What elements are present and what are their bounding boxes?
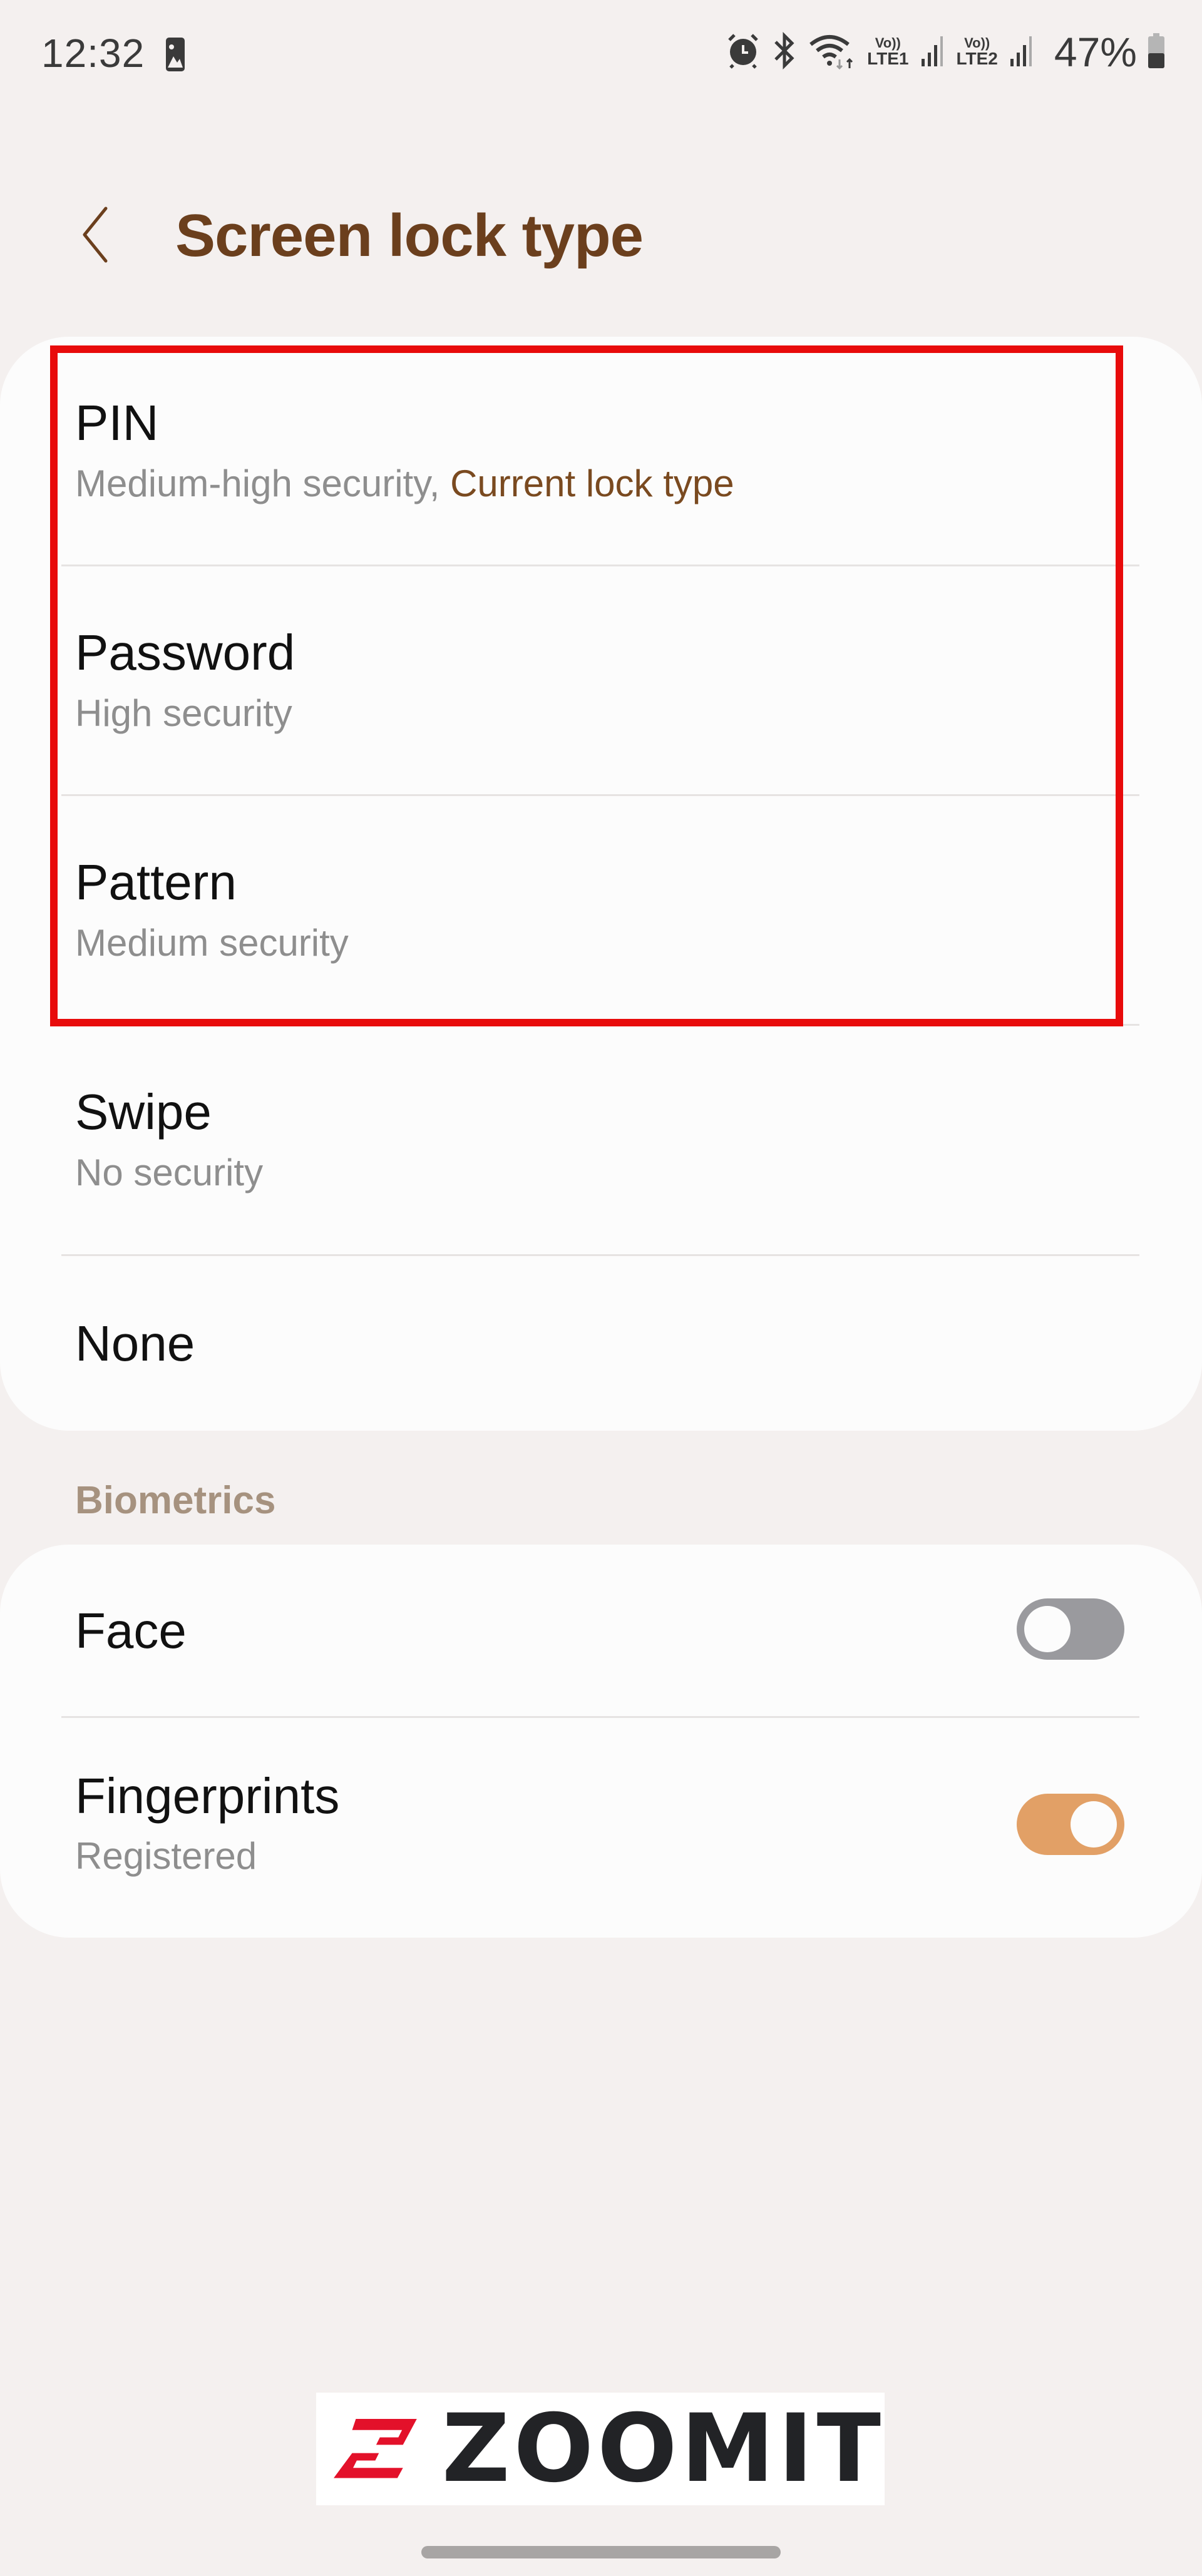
toggle-knob [1071, 1801, 1117, 1848]
fingerprints-toggle[interactable] [1017, 1794, 1124, 1855]
sim1-lte-indicator: Vo)) LTE1 [867, 35, 909, 68]
option-title: Pattern [75, 854, 237, 910]
signal-icon [920, 34, 945, 71]
gallery-icon [166, 38, 185, 71]
current-lock-type-label: Current lock type [450, 463, 734, 504]
option-subtitle: Medium-high security, Current lock type [75, 463, 734, 504]
option-subtitle: No security [75, 1152, 264, 1193]
divider [61, 1716, 1139, 1718]
zoomit-watermark: ZOOMIT [316, 2393, 885, 2505]
lock-option-swipe[interactable]: Swipe No security [0, 1026, 1202, 1255]
status-bar: 12:32 Vo)) LTE1 Vo)) LTE2 47% [0, 0, 1202, 106]
page-title: Screen lock type [175, 202, 644, 269]
lock-option-pattern[interactable]: Pattern Medium security [0, 796, 1202, 1026]
battery-icon [1148, 33, 1164, 71]
option-title: Fingerprints [75, 1768, 340, 1824]
option-title: Face [75, 1603, 187, 1659]
chevron-left-icon [83, 207, 108, 263]
signal-icon [1009, 34, 1034, 71]
biometric-face[interactable]: Face [0, 1545, 1202, 1720]
option-subtitle: High security [75, 692, 292, 734]
home-indicator[interactable] [421, 2546, 781, 2558]
option-title: PIN [75, 395, 159, 451]
back-button[interactable] [68, 200, 124, 269]
lock-option-password[interactable]: Password High security [0, 566, 1202, 796]
lock-types-card: PIN Medium-high security, Current lock t… [0, 337, 1202, 1431]
zoomit-logo-icon [334, 2419, 417, 2478]
app-bar: Screen lock type [0, 188, 1202, 282]
option-subtitle: Medium security [75, 922, 349, 964]
option-subtitle: Registered [75, 1835, 257, 1877]
lock-option-none[interactable]: None [0, 1256, 1202, 1431]
watermark-text: ZOOMIT [441, 2395, 885, 2503]
option-title: Swipe [75, 1084, 212, 1140]
option-title: Password [75, 625, 295, 680]
sim2-lte-indicator: Vo)) LTE2 [956, 35, 998, 68]
section-label-biometrics: Biometrics [75, 1479, 276, 1522]
alarm-icon [726, 33, 761, 72]
option-title: None [75, 1316, 195, 1371]
battery-percent: 47% [1054, 29, 1137, 75]
status-icons: Vo)) LTE1 Vo)) LTE2 47% [726, 29, 1164, 75]
biometrics-card: Face Fingerprints Registered [0, 1545, 1202, 1938]
biometric-fingerprints[interactable]: Fingerprints Registered [0, 1719, 1202, 1938]
status-time: 12:32 [41, 31, 145, 76]
face-toggle[interactable] [1017, 1598, 1124, 1660]
bluetooth-icon [772, 31, 797, 73]
wifi-icon [808, 32, 856, 73]
toggle-knob [1024, 1606, 1071, 1652]
lock-option-pin[interactable]: PIN Medium-high security, Current lock t… [0, 337, 1202, 566]
